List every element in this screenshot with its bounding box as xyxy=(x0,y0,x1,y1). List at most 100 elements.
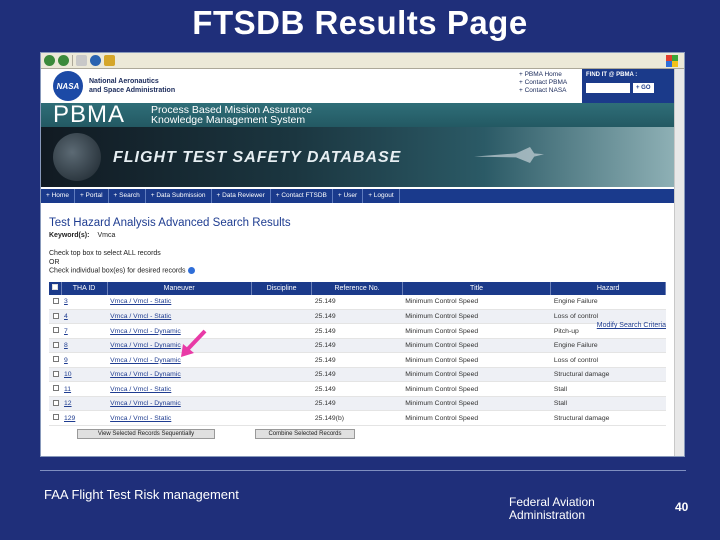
forward-icon[interactable] xyxy=(58,55,69,66)
reference-cell: 25.149 xyxy=(311,367,403,383)
banner-title: FLIGHT TEST SAFETY DATABASE xyxy=(113,149,402,166)
refresh-icon[interactable] xyxy=(90,55,101,66)
tha-id-link[interactable]: 11 xyxy=(64,386,71,393)
discipline-cell xyxy=(251,410,312,426)
hazard-cell: Structural damage xyxy=(550,410,666,426)
table-row: 7 Vmca / Vmcl - Dynamic 25.149 Minimum Cont… xyxy=(49,323,666,339)
nav-search[interactable]: + Search xyxy=(109,189,146,203)
row-select xyxy=(49,294,61,310)
col-discipline[interactable]: Discipline xyxy=(251,281,313,295)
back-icon[interactable] xyxy=(44,55,55,66)
select-all-checkbox[interactable] xyxy=(51,284,58,291)
check-line1: Check top box to select ALL records xyxy=(49,250,161,257)
link-pbma-home[interactable]: + PBMA Home xyxy=(519,71,567,79)
discipline-cell xyxy=(251,294,312,310)
find-input[interactable] xyxy=(586,83,630,93)
hazard-cell: Structural damage xyxy=(550,367,666,383)
tha-id-link[interactable]: 10 xyxy=(64,371,72,378)
row-checkbox[interactable] xyxy=(53,327,59,334)
table-row: 129 Vmca / Vmcl - Static 25.149(b) Minimum … xyxy=(49,410,666,426)
table-row: 8 Vmca / Vmcl - Dynamic 25.149 Minimum Cont… xyxy=(49,338,666,354)
tha-id-cell: 4 xyxy=(61,309,108,325)
hazard-cell: Stall xyxy=(550,396,666,412)
maneuver-link[interactable]: Vmca / Vmcl - Static xyxy=(110,415,171,422)
tha-id-cell: 12 xyxy=(61,396,108,412)
title-cell: Minimum Control Speed xyxy=(402,381,551,397)
nav-portal[interactable]: + Portal xyxy=(75,189,109,203)
hazard-cell: Loss of control xyxy=(550,352,666,368)
nasa-logo[interactable]: NASA xyxy=(53,71,83,101)
maneuver-link[interactable]: Vmca / Vmcl - Static xyxy=(110,313,171,320)
tha-id-cell: 10 xyxy=(61,367,108,383)
maneuver-cell: Vmca / Vmcl - Dynamic xyxy=(107,367,252,383)
row-select xyxy=(49,396,61,412)
tha-id-link[interactable]: 12 xyxy=(64,400,72,407)
maneuver-link[interactable]: Vmca / Vmcl - Static xyxy=(110,298,171,305)
maneuver-link[interactable]: Vmca / Vmcl - Static xyxy=(110,386,171,393)
nav-data-submission[interactable]: + Data Submission xyxy=(146,189,212,203)
maneuver-cell: Vmca / Vmcl - Dynamic xyxy=(107,396,252,412)
nav-logout[interactable]: + Logout xyxy=(363,189,400,203)
col-reference[interactable]: Reference No. xyxy=(311,281,403,295)
tha-id-cell: 9 xyxy=(61,352,108,368)
ftsdb-banner: FLIGHT TEST SAFETY DATABASE xyxy=(41,127,674,187)
nav-contact-ftsdb[interactable]: + Contact FTSDB xyxy=(271,189,333,203)
pointer-arrow-icon xyxy=(181,329,207,357)
maneuver-link[interactable]: Vmca / Vmcl - Dynamic xyxy=(110,342,181,349)
table-row: 4 Vmca / Vmcl - Static 25.149 Minimum Contr… xyxy=(49,309,666,325)
jet-silhouette xyxy=(474,147,544,163)
tha-id-link[interactable]: 8 xyxy=(64,342,68,349)
nav-data-reviewer[interactable]: + Data Reviewer xyxy=(212,189,271,203)
row-checkbox[interactable] xyxy=(53,341,59,348)
title-cell: Minimum Control Speed xyxy=(402,294,551,310)
row-checkbox[interactable] xyxy=(53,356,59,363)
tha-id-link[interactable]: 7 xyxy=(64,328,68,335)
link-contact-nasa[interactable]: + Contact NASA xyxy=(519,87,567,95)
maneuver-link[interactable]: Vmca / Vmcl - Dynamic xyxy=(110,328,181,335)
modify-search-link[interactable]: Modify Search Criteria xyxy=(597,322,666,329)
toolbar-divider xyxy=(72,55,73,66)
pbma-header: PBMA Process Based Mission Assurance Kno… xyxy=(41,101,674,128)
col-title[interactable]: Title xyxy=(402,281,552,295)
maneuver-link[interactable]: Vmca / Vmcl - Dynamic xyxy=(110,357,181,364)
maneuver-link[interactable]: Vmca / Vmcl - Dynamic xyxy=(110,371,181,378)
tha-id-link[interactable]: 9 xyxy=(64,357,68,364)
footer-org: Federal Aviation Administration xyxy=(509,496,595,522)
maneuver-link[interactable]: Vmca / Vmcl - Dynamic xyxy=(110,400,181,407)
tha-id-link[interactable]: 129 xyxy=(64,415,75,422)
col-hazard[interactable]: Hazard xyxy=(550,281,666,295)
vertical-scrollbar[interactable] xyxy=(674,69,684,456)
tha-id-link[interactable]: 3 xyxy=(64,298,68,305)
nav-home[interactable]: + Home xyxy=(41,189,75,203)
col-maneuver[interactable]: Maneuver xyxy=(107,281,252,295)
title-cell: Minimum Control Speed xyxy=(402,352,551,368)
tha-id-cell: 129 xyxy=(61,410,108,426)
discipline-cell xyxy=(251,381,312,397)
row-select xyxy=(49,309,61,325)
find-go-button[interactable]: + GO xyxy=(633,83,654,93)
row-checkbox[interactable] xyxy=(53,297,59,304)
nav-user[interactable]: + User xyxy=(333,189,364,203)
maneuver-cell: Vmca / Vmcl - Static xyxy=(107,381,252,397)
row-checkbox[interactable] xyxy=(53,399,59,406)
row-checkbox[interactable] xyxy=(53,414,59,421)
row-checkbox[interactable] xyxy=(53,385,59,392)
row-select xyxy=(49,410,61,426)
footer-left: FAA Flight Test Risk management xyxy=(44,487,239,502)
keyword-line: Keyword(s): Vmca xyxy=(49,232,666,239)
view-selected-button[interactable]: View Selected Records Sequentially xyxy=(77,428,215,439)
banner-image xyxy=(53,133,101,181)
combine-selected-button[interactable]: Combine Selected Records xyxy=(255,428,355,439)
tha-id-link[interactable]: 4 xyxy=(64,313,68,320)
home-icon[interactable] xyxy=(104,55,115,66)
title-cell: Minimum Control Speed xyxy=(402,323,551,339)
row-checkbox[interactable] xyxy=(53,370,59,377)
col-tha-id[interactable]: THA ID xyxy=(61,281,108,295)
link-contact-pbma[interactable]: + Contact PBMA xyxy=(519,79,567,87)
info-icon[interactable] xyxy=(187,267,195,274)
row-checkbox[interactable] xyxy=(53,312,59,319)
nasa-name-line2: and Space Administration xyxy=(89,87,176,94)
footer-org-line2: Administration xyxy=(509,508,586,522)
hazard-cell: Stall xyxy=(550,381,666,397)
stop-icon[interactable] xyxy=(76,55,87,66)
